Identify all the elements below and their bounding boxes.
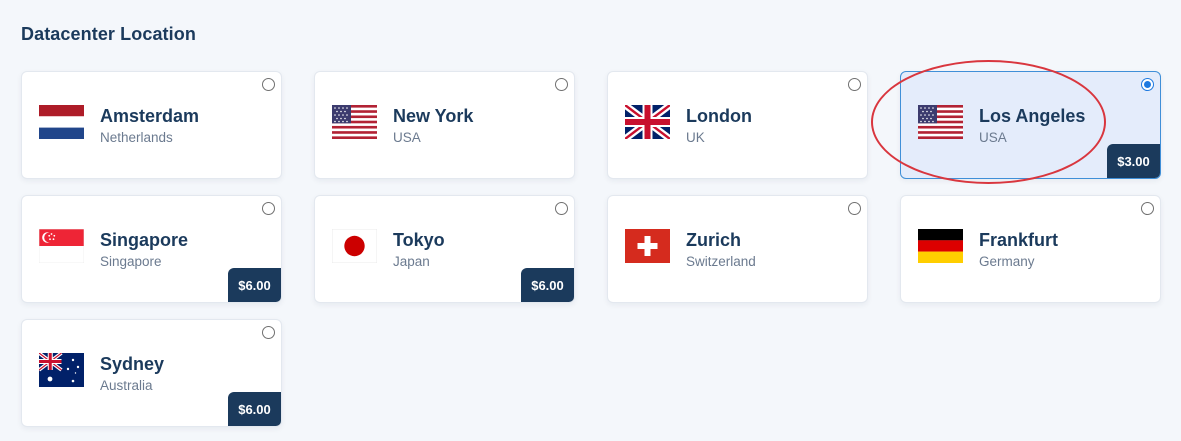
location-country: Japan: [393, 254, 430, 269]
singapore-flag-icon: [39, 229, 84, 263]
location-country: Netherlands: [100, 130, 173, 145]
switzerland-flag-icon: [625, 229, 670, 263]
location-country: UK: [686, 130, 705, 145]
location-card-new-york[interactable]: New York USA: [314, 71, 575, 179]
location-card-london[interactable]: London UK: [607, 71, 868, 179]
location-country: USA: [393, 130, 421, 145]
usa-flag-icon: [918, 105, 963, 139]
location-card-los-angeles[interactable]: Los Angeles USA $3.00: [900, 71, 1161, 179]
section-heading: Datacenter Location: [21, 24, 196, 44]
location-city: Zurich: [686, 230, 742, 250]
location-city: Sydney: [100, 354, 165, 374]
location-radio[interactable]: [555, 78, 568, 91]
price-badge: $6.00: [521, 268, 574, 302]
location-card-sydney[interactable]: Sydney Australia $6.00: [21, 319, 282, 427]
japan-flag-icon: [332, 229, 377, 263]
price-badge: $3.00: [1107, 144, 1160, 178]
location-card-tokyo[interactable]: Tokyo Japan $6.00: [314, 195, 575, 303]
location-radio[interactable]: [848, 78, 861, 91]
location-city: Tokyo: [393, 230, 445, 250]
location-city: New York: [393, 106, 474, 126]
location-card-zurich[interactable]: Zurich Switzerland: [607, 195, 868, 303]
datacenter-location-section: Datacenter Location Amsterdam Netherland…: [0, 0, 1181, 441]
location-radio[interactable]: [1141, 202, 1154, 215]
location-country: Australia: [100, 378, 153, 393]
location-grid: Amsterdam Netherlands New York USA Londo…: [21, 71, 1161, 427]
price-badge: $6.00: [228, 392, 281, 426]
price-badge: $6.00: [228, 268, 281, 302]
location-radio[interactable]: [262, 326, 275, 339]
location-radio[interactable]: [262, 78, 275, 91]
australia-flag-icon: [39, 353, 84, 387]
location-card-amsterdam[interactable]: Amsterdam Netherlands: [21, 71, 282, 179]
location-country: Singapore: [100, 254, 162, 269]
netherlands-flag-icon: [39, 105, 84, 139]
location-city: Frankfurt: [979, 230, 1059, 250]
location-city: London: [686, 106, 752, 126]
location-radio[interactable]: [848, 202, 861, 215]
location-radio[interactable]: [262, 202, 275, 215]
germany-flag-icon: [918, 229, 963, 263]
location-card-frankfurt[interactable]: Frankfurt Germany: [900, 195, 1161, 303]
location-country: USA: [979, 130, 1007, 145]
location-country: Switzerland: [686, 254, 756, 269]
location-city: Singapore: [100, 230, 189, 250]
location-card-singapore[interactable]: Singapore Singapore $6.00: [21, 195, 282, 303]
location-country: Germany: [979, 254, 1035, 269]
location-radio[interactable]: [555, 202, 568, 215]
location-city: Los Angeles: [979, 106, 1086, 126]
uk-flag-icon: [625, 105, 670, 139]
usa-flag-icon: [332, 105, 377, 139]
location-radio-selected[interactable]: [1141, 78, 1154, 91]
location-city: Amsterdam: [100, 106, 200, 126]
